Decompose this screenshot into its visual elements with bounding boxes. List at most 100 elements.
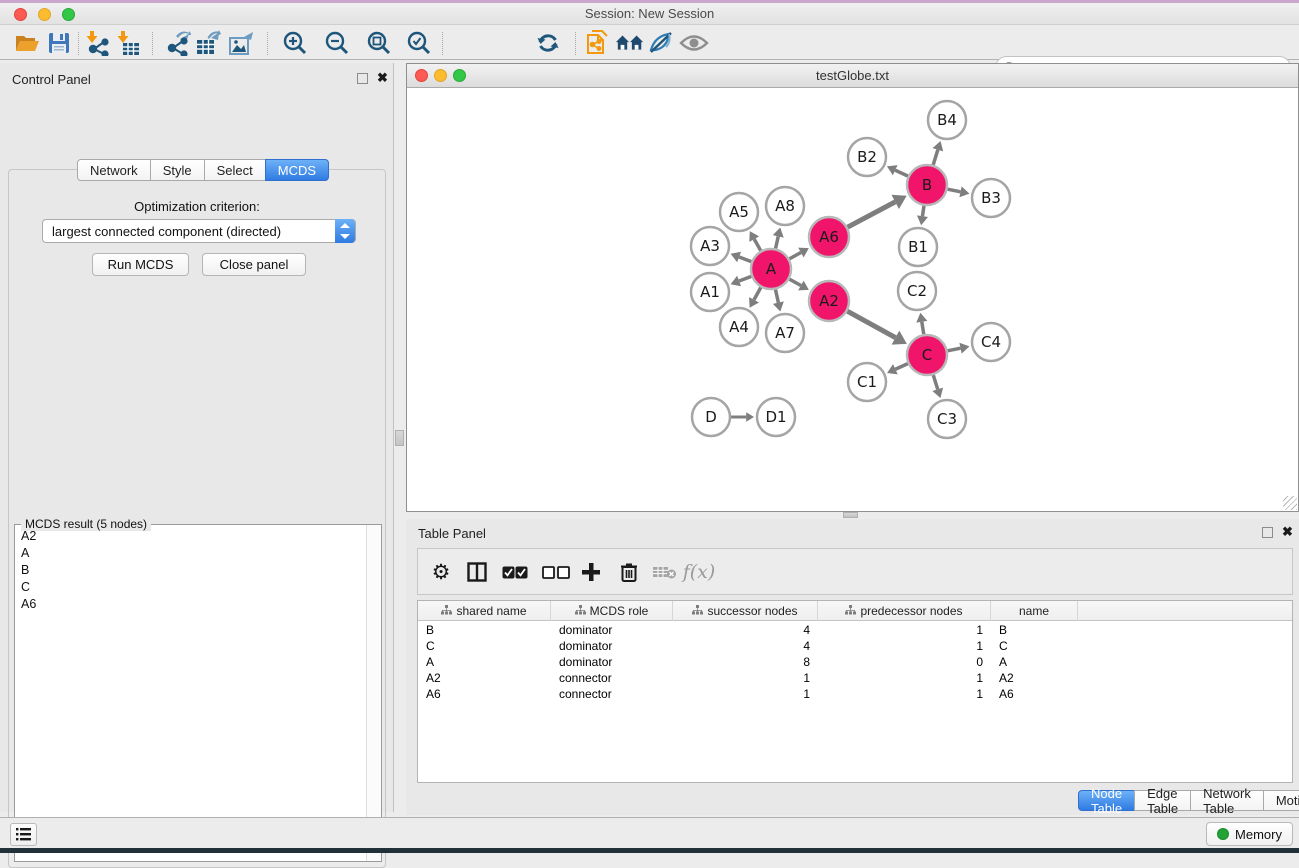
export-image-icon[interactable] (227, 29, 257, 57)
table-cell[interactable]: dominator (551, 622, 673, 638)
close-table-panel-icon[interactable]: ✖ (1282, 526, 1293, 537)
table-cell[interactable]: 1 (818, 686, 991, 702)
graph-node-C3[interactable]: C3 (928, 400, 966, 438)
edge-B-B2[interactable] (895, 170, 908, 176)
edge-A-A3[interactable] (739, 257, 751, 262)
edge-C-C1[interactable] (895, 364, 907, 370)
run-mcds-button[interactable]: Run MCDS (92, 253, 189, 276)
table-cell[interactable]: 4 (673, 638, 818, 654)
table-cell[interactable]: 1 (818, 622, 991, 638)
table-cell[interactable]: dominator (551, 638, 673, 654)
clone-network-icon[interactable] (583, 29, 613, 57)
graph-node-C1[interactable]: C1 (848, 363, 886, 401)
edge-A-A7[interactable] (775, 290, 778, 303)
edge-A2-C[interactable] (847, 311, 895, 337)
birds-eye-view-icon[interactable] (615, 29, 645, 57)
horizontal-splitter-handle[interactable] (843, 512, 858, 518)
float-panel-icon[interactable] (357, 73, 368, 84)
table-cell[interactable]: C (418, 638, 551, 654)
graph-node-C[interactable]: C (907, 335, 947, 375)
graph-node-B3[interactable]: B3 (972, 179, 1010, 217)
mcds-result-list[interactable]: A2ABCA6 (15, 527, 366, 860)
table-cell[interactable]: 1 (673, 686, 818, 702)
select-all-columns-icon[interactable] (500, 557, 530, 587)
graph-node-D[interactable]: D (692, 398, 730, 436)
graph-node-C4[interactable]: C4 (972, 323, 1010, 361)
import-network-icon[interactable] (82, 29, 112, 57)
float-table-panel-icon[interactable] (1262, 527, 1273, 538)
edge-A-A1[interactable] (739, 276, 751, 281)
zoom-fit-icon[interactable] (364, 29, 394, 57)
network-canvas[interactable]: AA1A2A3A4A5A6A7A8BB1B2B3B4CC1C2C3C4DD1 (407, 88, 1298, 511)
graph-node-A4[interactable]: A4 (720, 308, 758, 346)
graph-node-A8[interactable]: A8 (766, 187, 804, 225)
table-cell[interactable]: B (991, 622, 1078, 638)
memory-button[interactable]: Memory (1206, 822, 1293, 846)
tab-style[interactable]: Style (150, 159, 205, 181)
edge-A-A2[interactable] (789, 279, 801, 285)
edge-C-C4[interactable] (948, 348, 961, 351)
graph-node-A2[interactable]: A2 (809, 281, 849, 321)
graph-node-A6[interactable]: A6 (809, 217, 849, 257)
table-cell[interactable]: C (991, 638, 1078, 654)
graph-node-A5[interactable]: A5 (720, 193, 758, 231)
tab-node-table[interactable]: Node Table (1078, 790, 1135, 811)
edge-A-A5[interactable] (754, 239, 760, 251)
graph-node-A1[interactable]: A1 (691, 273, 729, 311)
result-list-item[interactable]: C (15, 578, 366, 595)
network-graph[interactable]: AA1A2A3A4A5A6A7A8BB1B2B3B4CC1C2C3C4DD1 (407, 88, 1298, 511)
result-list-item[interactable]: A (15, 544, 366, 561)
close-panel-button[interactable]: Close panel (202, 253, 306, 276)
table-cell[interactable]: B (418, 622, 551, 638)
graph-node-B[interactable]: B (907, 165, 947, 205)
edge-C-C3[interactable] (933, 375, 937, 389)
zoom-in-icon[interactable] (280, 29, 310, 57)
window-resize-grip[interactable] (1283, 496, 1297, 510)
tab-select[interactable]: Select (204, 159, 266, 181)
table-cell[interactable]: A (418, 654, 551, 670)
zoom-selected-icon[interactable] (404, 29, 434, 57)
task-history-button[interactable] (10, 823, 37, 846)
save-session-icon[interactable] (44, 29, 74, 57)
tab-network[interactable]: Network (77, 159, 151, 181)
table-cell[interactable]: A2 (418, 670, 551, 686)
unselect-all-columns-icon[interactable] (541, 557, 571, 587)
graph-node-B1[interactable]: B1 (899, 228, 937, 266)
table-cell[interactable]: dominator (551, 654, 673, 670)
column-header-name[interactable]: name (991, 601, 1078, 621)
edge-B-B3[interactable] (948, 189, 961, 192)
table-cell[interactable]: connector (551, 670, 673, 686)
table-cell[interactable]: A6 (991, 686, 1078, 702)
table-cell[interactable]: 0 (818, 654, 991, 670)
table-row[interactable]: Bdominator41B (418, 622, 1292, 638)
table-cell[interactable]: A2 (991, 670, 1078, 686)
show-graphics-eye-icon[interactable] (679, 29, 709, 57)
hide-graphics-icon[interactable] (646, 29, 676, 57)
edge-A-A6[interactable] (789, 253, 801, 259)
edge-C-C2[interactable] (922, 322, 924, 335)
table-cell[interactable]: 1 (673, 670, 818, 686)
tab-network-table[interactable]: Network Table (1190, 790, 1264, 811)
table-cell[interactable]: A6 (418, 686, 551, 702)
table-row[interactable]: Adominator80A (418, 654, 1292, 670)
table-cell[interactable]: A (991, 654, 1078, 670)
column-header-MCDS-role[interactable]: MCDS role (551, 601, 673, 621)
graph-node-B4[interactable]: B4 (928, 101, 966, 139)
graph-node-A[interactable]: A (751, 249, 791, 289)
table-row[interactable]: A2connector11A2 (418, 670, 1292, 686)
table-cell[interactable]: 4 (673, 622, 818, 638)
delete-table-icon[interactable] (650, 557, 680, 587)
edge-A-A4[interactable] (754, 287, 761, 299)
result-list-item[interactable]: B (15, 561, 366, 578)
import-table-icon[interactable] (113, 29, 143, 57)
export-network-icon[interactable] (163, 29, 193, 57)
zoom-out-icon[interactable] (322, 29, 352, 57)
table-row[interactable]: Cdominator41C (418, 638, 1292, 654)
result-list-item[interactable]: A6 (15, 595, 366, 612)
table-cell[interactable]: connector (551, 686, 673, 702)
result-list-item[interactable]: A2 (15, 527, 366, 544)
column-header-predecessor-nodes[interactable]: predecessor nodes (818, 601, 991, 621)
close-panel-icon[interactable]: ✖ (377, 72, 388, 83)
tab-mcds[interactable]: MCDS (265, 159, 329, 181)
node-table[interactable]: shared nameMCDS rolesuccessor nodesprede… (417, 600, 1293, 783)
